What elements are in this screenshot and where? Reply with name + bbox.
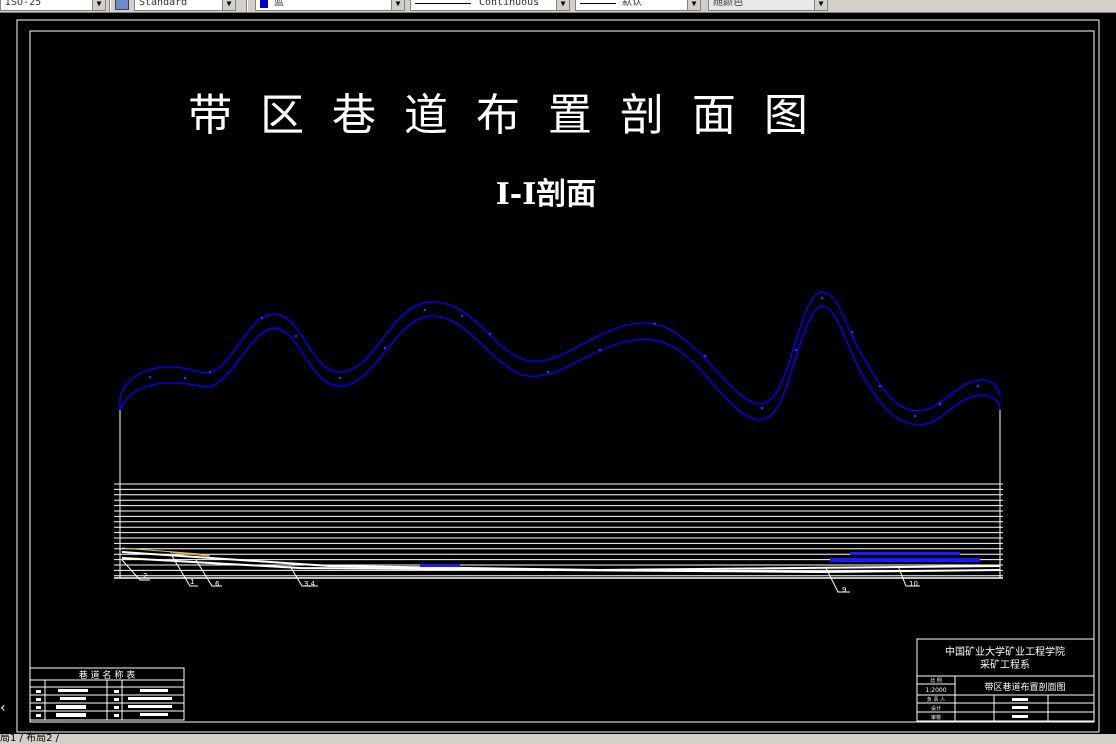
ucs-icon: ‹ (0, 700, 6, 716)
seam-band (119, 291, 1001, 426)
seam-upper-line (119, 291, 1001, 412)
seam-hatch-dots (148, 296, 980, 418)
color-dropdown[interactable]: 蓝 ▼ (255, 0, 405, 11)
design-label: 设计 (931, 705, 941, 712)
text-style-icon[interactable] (115, 0, 129, 10)
department-name: 采矿工程系 (980, 658, 1030, 671)
lineweight-preview (580, 3, 616, 4)
plotstyle-value: 随颜色 (713, 0, 743, 8)
linetype-preview (415, 3, 471, 4)
scale-label: 比 例 (930, 677, 942, 684)
chevron-down-icon[interactable]: ▼ (391, 0, 404, 10)
callout-label: 2 (143, 572, 147, 580)
drawing-title: 带 区 巷 道 布 置 剖 面 图 (188, 90, 808, 141)
callout-label: 1 (190, 578, 194, 586)
chevron-down-icon[interactable]: ▼ (814, 0, 827, 10)
layout-tabs[interactable]: 局1 / 布局2 / (0, 734, 59, 744)
textstyle-value: Standard (139, 0, 188, 8)
scale-value: 1:2000 (925, 687, 946, 694)
textstyle-dropdown[interactable]: Standard ▼ (134, 0, 236, 11)
chevron-down-icon[interactable]: ▼ (92, 0, 105, 10)
plotstyle-dropdown[interactable]: 随颜色 ▼ (708, 0, 828, 11)
linetype-dropdown[interactable]: Continuous ▼ (410, 0, 570, 11)
chevron-down-icon[interactable]: ▼ (687, 0, 700, 10)
callout-label: 9 (842, 586, 846, 594)
drawing-name: 带区巷道布置剖面图 (984, 681, 1065, 693)
lineweight-dropdown[interactable]: 默认 ▼ (575, 0, 701, 11)
lineweight-value: 默认 (622, 0, 642, 8)
review-label: 审核 (931, 714, 941, 721)
section-title: I-I剖面 (496, 177, 597, 212)
color-value: 蓝 (274, 0, 284, 8)
layout-tabs-bar[interactable]: 局1 / 布局2 / (0, 734, 1116, 744)
callout-label: 10 (909, 580, 918, 588)
color-swatch-icon (260, 0, 268, 8)
toolbar-separator (246, 0, 248, 12)
linetype-value: Continuous (479, 0, 540, 8)
chevron-down-icon[interactable]: ▼ (222, 0, 235, 10)
responsible-label: 负 责 人 (927, 696, 945, 703)
strata-lines (114, 483, 1003, 579)
drawing-canvas[interactable]: 带 区 巷 道 布 置 剖 面 图 I-I剖面 2 1 6 3,4 9 10 巷… (0, 12, 1116, 734)
institution-name: 中国矿业大学矿业工程学院 (945, 645, 1065, 658)
dimstyle-value: ISO-25 (5, 0, 42, 8)
dimstyle-dropdown[interactable]: ISO-25 ▼ (0, 0, 106, 11)
toolbar-separator (109, 0, 111, 12)
legend-title: 巷 道 名 称 表 (79, 669, 135, 681)
callout-label: 3,4 (304, 580, 316, 588)
callouts (121, 555, 920, 593)
callout-label: 6 (215, 580, 220, 588)
chevron-down-icon[interactable]: ▼ (556, 0, 569, 10)
title-block-cell-marks (1012, 698, 1028, 718)
